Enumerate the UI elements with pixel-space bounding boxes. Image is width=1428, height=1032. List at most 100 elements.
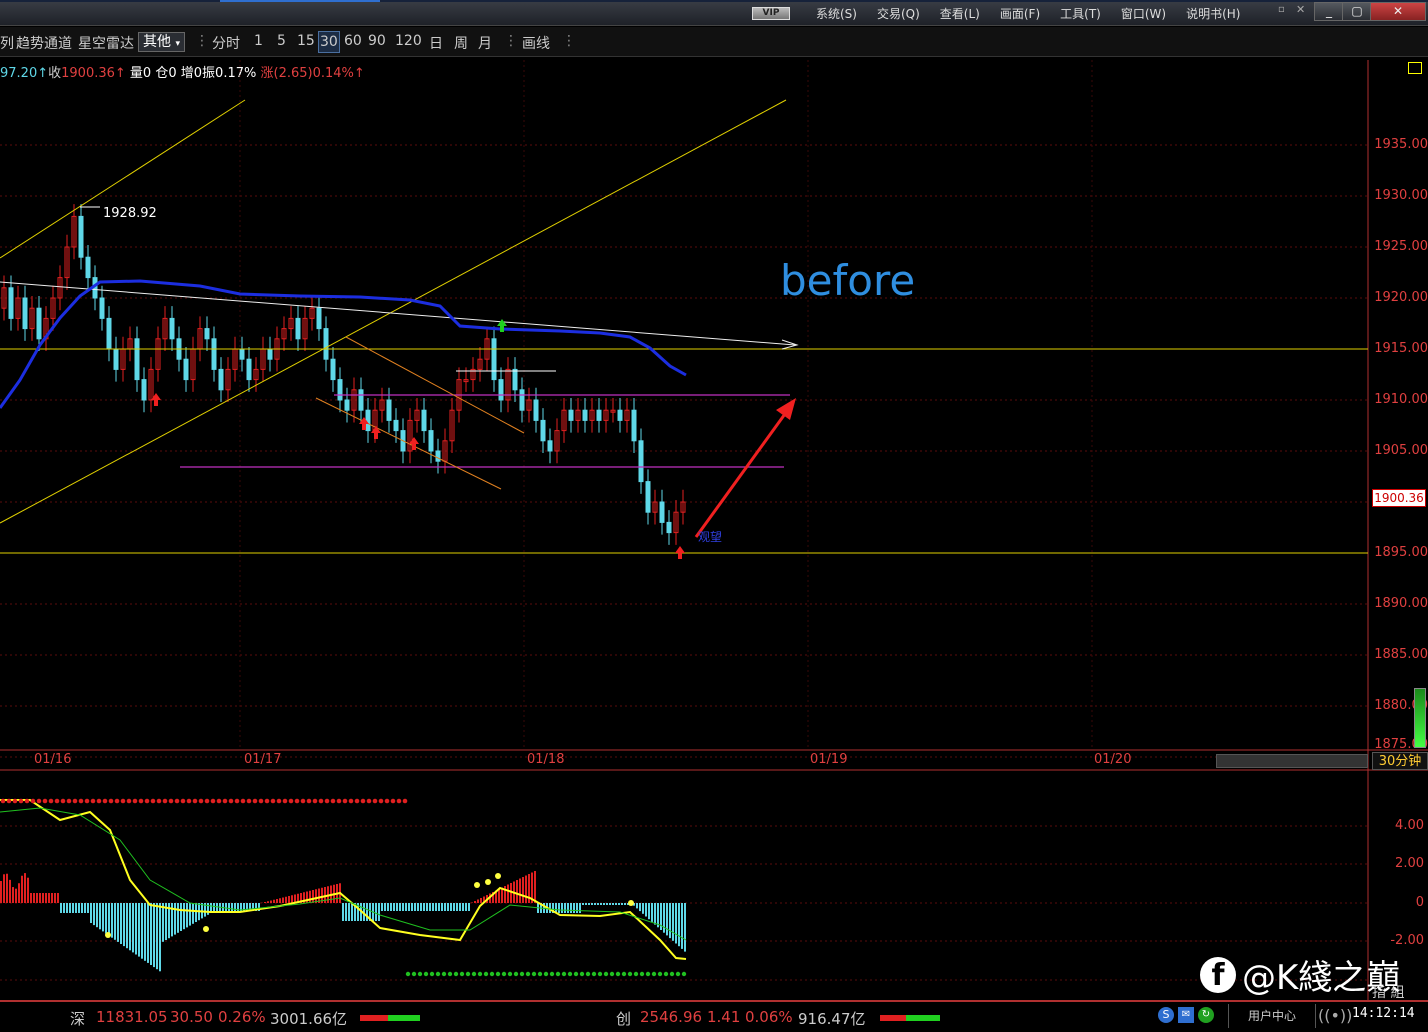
red-signal-dot: [96, 798, 102, 804]
candle-down: [141, 379, 147, 401]
sz-index: 11831.05: [96, 1008, 168, 1026]
red-signal-dot: [72, 798, 78, 804]
chart-scrollbar[interactable]: [1216, 754, 1368, 768]
message-icon[interactable]: ✉: [1178, 1007, 1194, 1023]
green-signal-dot: [603, 971, 609, 977]
cy-pct: 0.06%: [745, 1008, 793, 1026]
white-trend-arrow[interactable]: [0, 281, 796, 346]
candle-down: [386, 399, 392, 421]
signal-arrow-stem: [412, 444, 416, 450]
red-signal-dot: [336, 798, 342, 804]
green-signal-dot: [555, 971, 561, 977]
green-signal-dot: [525, 971, 531, 977]
green-signal-dot: [573, 971, 579, 977]
candle-down: [631, 409, 637, 442]
candle-down: [246, 358, 252, 381]
candle-down: [113, 348, 119, 370]
yellow-signal-dot: [628, 900, 634, 906]
indicator-tick: 0: [1415, 895, 1424, 910]
indicator-tick: 2.00: [1395, 856, 1424, 871]
red-projection-arrow: [694, 406, 792, 538]
candle-down: [85, 256, 91, 279]
candlestick-chart[interactable]: [0, 0, 1428, 1000]
red-signal-dot: [12, 798, 18, 804]
red-signal-dot: [342, 798, 348, 804]
date-tick: 01/18: [527, 752, 565, 767]
red-signal-dot: [78, 798, 84, 804]
red-signal-dot: [180, 798, 186, 804]
red-signal-dot: [390, 798, 396, 804]
green-signal-dot: [639, 971, 645, 977]
cy-down-bar: [906, 1015, 940, 1021]
red-signal-dot: [210, 798, 216, 804]
sz-change: 30.50: [170, 1008, 213, 1026]
cy-label: 创: [616, 1010, 632, 1028]
green-signal-dot: [543, 971, 549, 977]
red-signal-dot: [174, 798, 180, 804]
candle-down: [22, 297, 28, 330]
sz-label: 深: [70, 1010, 86, 1028]
macd-histogram: [0, 871, 686, 972]
price-tick: 1930.00: [1374, 188, 1428, 203]
red-signal-dot: [18, 798, 24, 804]
price-tick: 1925.00: [1374, 239, 1428, 254]
sz-amount: 3001.66亿: [270, 1010, 348, 1028]
red-signal-dot: [330, 798, 336, 804]
candle-down: [183, 358, 189, 381]
facebook-icon: f: [1200, 956, 1236, 993]
orange-channel-bottom[interactable]: [315, 397, 502, 490]
red-signal-dot: [318, 798, 324, 804]
date-tick: 01/19: [810, 752, 848, 767]
green-signal-dot: [417, 971, 423, 977]
red-signal-dot: [6, 798, 12, 804]
candle-down: [365, 409, 371, 432]
candle-down: [211, 338, 217, 370]
candle-down: [295, 317, 301, 340]
candle-down: [540, 419, 546, 442]
period-label[interactable]: 30分钟: [1372, 752, 1428, 770]
date-tick: 01/17: [244, 752, 282, 767]
candles: [1, 204, 686, 545]
red-signal-dot: [198, 798, 204, 804]
signal-icon: ((•)): [1318, 1006, 1353, 1025]
red-signal-dot: [306, 798, 312, 804]
volume-scroll-handle[interactable]: [1414, 688, 1426, 748]
green-signal-dot: [435, 971, 441, 977]
red-signal-dot: [378, 798, 384, 804]
green-signal-dot: [411, 971, 417, 977]
date-tick: 01/20: [1094, 752, 1132, 767]
candle-down: [428, 430, 434, 452]
lower-channel-line[interactable]: [0, 99, 787, 524]
status-bar: 深 11831.05 30.50 0.26% 3001.66亿 创 2546.9…: [0, 1000, 1428, 1032]
candle-down: [99, 297, 105, 319]
trading-window: { "menubar": { "vip": "VIP", "items": ["…: [0, 0, 1428, 1032]
upper-channel-line[interactable]: [0, 99, 246, 259]
candle-down: [547, 440, 553, 452]
refresh-icon[interactable]: ↻: [1198, 1007, 1214, 1023]
red-signal-dot: [66, 798, 72, 804]
green-signal-dot: [579, 971, 585, 977]
red-signal-dot: [354, 798, 360, 804]
red-signal-dot: [216, 798, 222, 804]
red-signal-dot: [186, 798, 192, 804]
sz-down-bar: [388, 1015, 420, 1021]
candle-down: [568, 409, 574, 421]
red-signal-dot: [36, 798, 42, 804]
red-signal-dot: [288, 798, 294, 804]
red-signal-dot: [246, 798, 252, 804]
green-signal-dot: [531, 971, 537, 977]
s-service-icon[interactable]: S: [1158, 1007, 1174, 1023]
green-signal-dot: [459, 971, 465, 977]
indicator-tick: 4.00: [1395, 818, 1424, 833]
cy-index: 2546.96: [640, 1008, 703, 1026]
user-center-button[interactable]: 用户中心: [1228, 1004, 1316, 1028]
green-signal-dot: [669, 971, 675, 977]
watermark: f @K綫之巔: [1200, 950, 1400, 999]
green-signal-dot: [465, 971, 471, 977]
red-signal-dot: [222, 798, 228, 804]
candle-down: [106, 317, 112, 350]
green-signal-dot: [483, 971, 489, 977]
red-signal-dot: [168, 798, 174, 804]
red-signal-dot: [60, 798, 66, 804]
candle-down: [421, 409, 427, 432]
